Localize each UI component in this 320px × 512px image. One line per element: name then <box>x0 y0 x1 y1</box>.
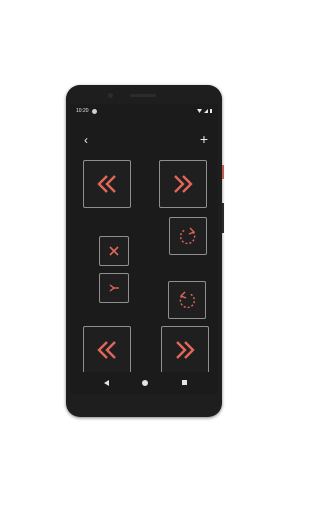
x-icon <box>109 246 119 256</box>
volume-button <box>222 203 224 233</box>
front-camera-icon <box>108 93 113 98</box>
double-chevron-left-icon <box>97 341 116 359</box>
app-screen: 10:20 ‹ + <box>70 104 218 394</box>
plus-icon[interactable]: + <box>200 132 208 146</box>
double-chevron-right-icon <box>174 175 193 193</box>
chevron-left-icon[interactable]: ‹ <box>84 134 88 146</box>
system-nav-bar <box>70 372 218 394</box>
fast-forward-button-top[interactable] <box>159 160 207 208</box>
rotate-clockwise-icon <box>179 227 196 245</box>
power-button <box>222 165 224 179</box>
phone-top-bezel <box>66 85 222 103</box>
fast-forward-button-bottom[interactable] <box>161 326 209 374</box>
earpiece-speaker <box>130 94 156 97</box>
rewind-button-bottom[interactable] <box>83 326 131 374</box>
rewind-button-top[interactable] <box>83 160 131 208</box>
status-time: 10:20 <box>76 108 89 114</box>
back-triangle-icon[interactable] <box>104 380 109 386</box>
rotate-counterclockwise-icon <box>179 291 196 309</box>
close-button[interactable] <box>99 236 129 266</box>
status-icons <box>197 109 212 113</box>
y-arrow-icon <box>109 284 119 292</box>
battery-icon <box>210 109 212 113</box>
wifi-icon <box>197 109 202 113</box>
notification-icon <box>92 109 97 114</box>
recents-square-icon[interactable] <box>182 380 187 385</box>
double-chevron-left-icon <box>97 175 116 193</box>
home-circle-icon[interactable] <box>142 380 148 386</box>
phone-frame: 10:20 ‹ + <box>66 85 224 417</box>
rotate-clockwise-button[interactable] <box>169 217 207 255</box>
double-chevron-right-icon <box>176 341 195 359</box>
status-bar: 10:20 <box>70 104 218 118</box>
rotate-counterclockwise-button[interactable] <box>168 281 206 319</box>
merge-button[interactable] <box>99 273 129 303</box>
signal-icon <box>204 109 208 113</box>
